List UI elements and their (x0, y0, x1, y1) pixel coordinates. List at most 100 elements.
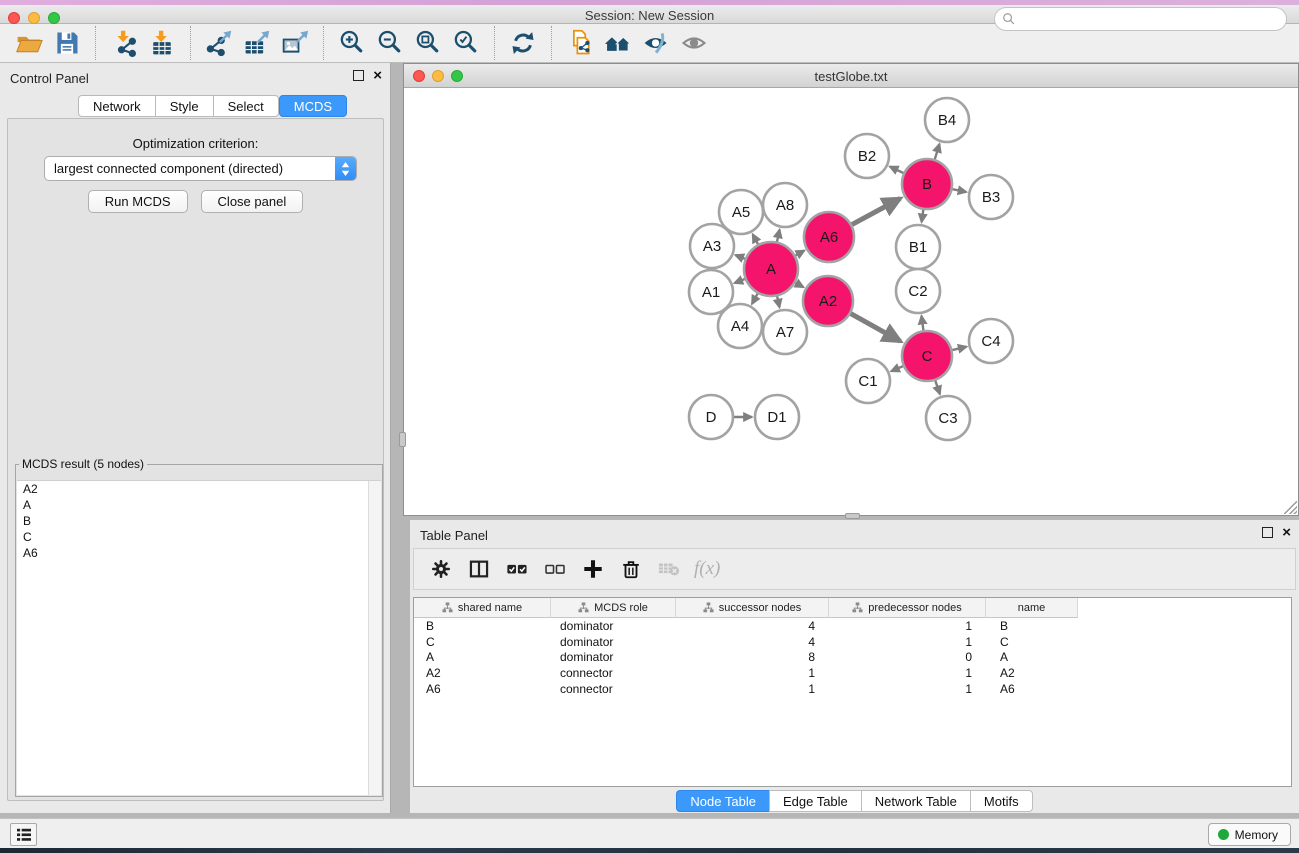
search-input[interactable] (1016, 9, 1286, 29)
graph-edge-C-C3[interactable] (935, 381, 940, 395)
graph-edge-A-A2[interactable] (795, 283, 803, 288)
show-panel-button[interactable] (675, 26, 713, 60)
zoom-out-button[interactable] (371, 26, 409, 60)
clone-network-button[interactable] (561, 26, 599, 60)
zoom-in-button[interactable] (333, 26, 371, 60)
graph-node-label-C3: C3 (938, 410, 957, 427)
column-header-successor-nodes[interactable]: successor nodes (676, 598, 829, 618)
zoom-selected-button[interactable] (447, 26, 485, 60)
table-cell: C (414, 635, 551, 649)
graph-edge-B-B2[interactable] (890, 167, 904, 173)
export-image-button[interactable] (276, 26, 314, 60)
graph-edge-A-A5[interactable] (753, 234, 758, 244)
resize-grip[interactable] (1284, 501, 1297, 514)
delete-row-button[interactable] (614, 552, 648, 586)
graph-edge-B-B1[interactable] (922, 210, 924, 222)
zoom-selected-icon (452, 29, 480, 57)
result-list-scrollbar[interactable] (368, 481, 381, 795)
table-cell: A (986, 650, 1078, 664)
table-cell: C (986, 635, 1078, 649)
table-cell: 1 (829, 666, 986, 680)
export-table-button[interactable] (238, 26, 276, 60)
column-header-shared-name[interactable]: shared name (414, 598, 551, 618)
import-network-button[interactable] (105, 26, 143, 60)
graph-edge-A-A8[interactable] (777, 230, 780, 242)
import-network-icon (110, 29, 138, 57)
tab-edge-table[interactable]: Edge Table (769, 790, 861, 812)
table-row[interactable]: A2connector11A2 (414, 665, 1291, 681)
mcds-result-item[interactable]: A6 (17, 545, 381, 561)
zoom-fit-button[interactable] (409, 26, 447, 60)
memory-button[interactable]: Memory (1208, 823, 1291, 846)
network-window-title: testGlobe.txt (404, 69, 1298, 84)
zoom-in-icon (338, 29, 366, 57)
graph-edge-A6-B[interactable] (852, 199, 900, 225)
graph-node-label-A4: A4 (731, 318, 749, 335)
table-cell: 1 (829, 682, 986, 696)
graph-edge-A2-C[interactable] (851, 314, 901, 342)
float-table-panel-icon[interactable] (1262, 527, 1273, 538)
float-panel-icon[interactable] (353, 70, 364, 81)
save-session-button[interactable] (48, 26, 86, 60)
graph-edge-C-C4[interactable] (952, 347, 966, 350)
graph-edge-C-C2[interactable] (922, 316, 924, 330)
graph-edge-A-A6[interactable] (796, 251, 805, 256)
close-panel-button[interactable]: Close panel (201, 190, 304, 213)
tab-node-table[interactable]: Node Table (676, 790, 769, 812)
memory-status-icon (1218, 829, 1229, 840)
column-header-name[interactable]: name (986, 598, 1078, 618)
table-cell: 4 (676, 619, 829, 633)
column-header-predecessor-nodes[interactable]: predecessor nodes (829, 598, 986, 618)
close-panel-icon[interactable]: × (373, 70, 382, 81)
hide-panel-button[interactable] (637, 26, 675, 60)
graph-edge-B-B4[interactable] (935, 144, 940, 159)
home-button[interactable] (599, 26, 637, 60)
tab-motifs[interactable]: Motifs (970, 790, 1033, 812)
save-session-icon (53, 29, 81, 57)
add-row-button[interactable] (576, 552, 610, 586)
import-table-button[interactable] (143, 26, 181, 60)
column-header-MCDS-role[interactable]: MCDS role (551, 598, 676, 618)
vertical-scroll-thumb[interactable] (399, 432, 406, 447)
settings-gear-button[interactable] (424, 552, 458, 586)
table-row[interactable]: A6connector11A6 (414, 681, 1291, 697)
graph-edge-A-A1[interactable] (735, 279, 745, 283)
refresh-button[interactable] (504, 26, 542, 60)
columns-button[interactable] (462, 552, 496, 586)
graph-edge-A-A7[interactable] (777, 296, 779, 307)
graph-node-label-A: A (766, 261, 776, 278)
table-row[interactable]: Cdominator41C (414, 634, 1291, 650)
table-row[interactable]: Bdominator41B (414, 618, 1291, 634)
node-table: shared nameMCDS rolesuccessor nodesprede… (413, 597, 1292, 787)
optimization-criterion-dropdown[interactable]: largest connected component (directed) (44, 156, 357, 181)
task-history-button[interactable] (10, 823, 37, 846)
tab-network-table[interactable]: Network Table (861, 790, 970, 812)
tab-mcds[interactable]: MCDS (279, 95, 347, 117)
graph-edge-A-A4[interactable] (752, 294, 758, 304)
export-network-button[interactable] (200, 26, 238, 60)
attribute-icon (703, 602, 714, 613)
open-session-button[interactable] (10, 26, 48, 60)
run-mcds-button[interactable]: Run MCDS (88, 190, 188, 213)
network-canvas[interactable]: B4B2BB3A5A8A6A3B1AA1C2A2A4A7C4CC1C3DD1 (404, 88, 1298, 515)
tab-select[interactable]: Select (213, 95, 279, 117)
table-cell: 1 (676, 666, 829, 680)
mcds-result-item[interactable]: A (17, 497, 381, 513)
graph-edge-B-B3[interactable] (953, 189, 967, 192)
mcds-panel: Optimization criterion: largest connecte… (7, 118, 384, 801)
mcds-result-item[interactable]: C (17, 529, 381, 545)
mcds-result-item[interactable]: B (17, 513, 381, 529)
graph-edge-A-A3[interactable] (735, 255, 745, 259)
table-cell: 1 (829, 635, 986, 649)
horizontal-scroll-thumb[interactable] (845, 513, 860, 519)
tab-style[interactable]: Style (155, 95, 213, 117)
network-window-titlebar[interactable]: testGlobe.txt (404, 64, 1298, 88)
mcds-result-item[interactable]: A2 (17, 481, 381, 497)
graph-edge-C-C1[interactable] (891, 366, 903, 371)
select-all-button[interactable] (500, 552, 534, 586)
tab-network[interactable]: Network (78, 95, 155, 117)
deselect-all-button[interactable] (538, 552, 572, 586)
close-table-panel-icon[interactable]: × (1282, 527, 1291, 538)
search-box[interactable] (994, 7, 1287, 31)
table-row[interactable]: Adominator80A (414, 650, 1291, 666)
